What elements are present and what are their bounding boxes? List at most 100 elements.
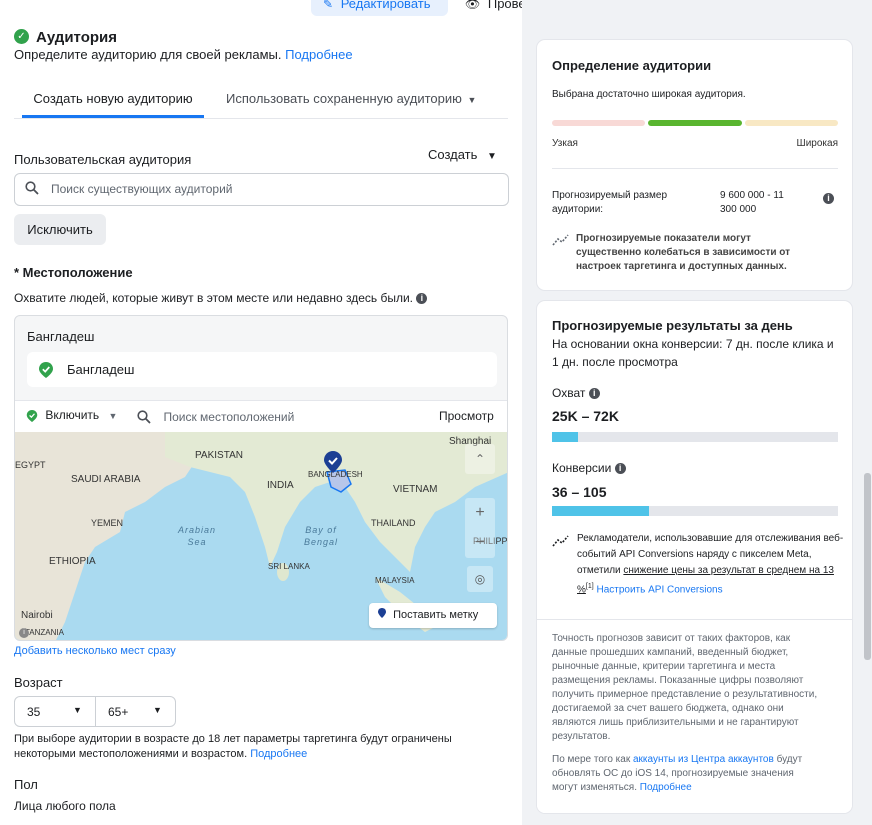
accounts-center-link[interactable]: аккаунты из Центра аккаунтов — [633, 754, 774, 765]
map-label: PAKISTAN — [195, 450, 243, 461]
trend-icon — [552, 534, 570, 553]
location-heading: * Местоположение — [14, 265, 133, 280]
gender-label: Пол — [14, 777, 38, 792]
scrollbar-track[interactable] — [863, 0, 872, 825]
age-more-link[interactable]: Подробнее — [250, 748, 307, 760]
map-sea-label: Arabian Sea — [177, 525, 217, 547]
map-label: VIETNAM — [393, 484, 438, 495]
zoom-in-button[interactable]: + — [465, 498, 495, 528]
map-label: THAILAND — [371, 518, 416, 528]
setup-api-link[interactable]: Настроить API Conversions — [596, 584, 722, 595]
section-title: Аудитория — [36, 29, 117, 46]
daily-results-card: Прогнозируемые результаты за день На осн… — [537, 301, 852, 813]
disclaimer-section: Точность прогнозов зависит от таких факт… — [537, 619, 852, 813]
reach-bar — [552, 432, 838, 442]
definition-status: Выбрана достаточно широкая аудитория. — [552, 89, 746, 100]
gauge-broad-segment — [745, 120, 838, 126]
daily-subtitle: На основании окна конверсии: 7 дн. после… — [552, 337, 834, 369]
gauge-narrow-segment — [552, 120, 645, 126]
location-box: Бангладеш Бангладеш Включить ▼ Поиск мес… — [14, 315, 508, 641]
estimates-sidebar: Определение аудитории Выбрана достаточно… — [522, 0, 872, 825]
add-multiple-locations-link[interactable]: Добавить несколько мест сразу — [14, 645, 176, 657]
estimate-note: Прогнозируемые показатели могут существе… — [576, 233, 791, 272]
map[interactable]: Shanghai PAKISTAN INDIA BANGLADESH SAUDI… — [15, 432, 507, 640]
map-label: MALAYSIA — [375, 576, 415, 585]
gender-value[interactable]: Лица любого пола — [14, 799, 116, 813]
pencil-icon: ✎ — [323, 0, 334, 11]
tabs-divider — [14, 118, 508, 119]
location-toolbar: Включить ▼ Поиск местоположений Просмотр — [15, 400, 507, 432]
age-max-select[interactable]: 65+ ▼ — [95, 696, 176, 727]
view-link[interactable]: Просмотр — [439, 409, 494, 423]
tab-create-new[interactable]: Создать новую аудиторию — [22, 82, 204, 118]
pin-icon — [378, 603, 386, 618]
reach-bar-fill — [552, 432, 578, 442]
age-min-select[interactable]: 35 ▼ — [14, 696, 96, 727]
map-label: SRI LANKA — [268, 562, 310, 571]
caret-down-icon: ▼ — [487, 151, 497, 162]
ios-more-link[interactable]: Подробнее — [640, 782, 692, 793]
gauge-mid-segment — [648, 120, 742, 126]
locate-me-icon[interactable]: ◎ — [467, 566, 493, 592]
api-conversions-note: Рекламодатели, использовавшие для отслеж… — [577, 533, 844, 596]
map-label: EGYPT — [15, 460, 46, 470]
definition-title: Определение аудитории — [552, 58, 712, 73]
daily-title: Прогнозируемые результаты за день — [552, 318, 793, 333]
location-search-input[interactable]: Поиск местоположений — [137, 408, 417, 426]
age-note: При выборе аудитории в возрасте до 18 ле… — [14, 733, 452, 760]
map-label: Nairobi — [21, 610, 53, 621]
location-pin-check-icon — [38, 361, 54, 384]
reach-value: 25K – 72K — [552, 408, 619, 424]
conversions-value: 36 – 105 — [552, 484, 607, 500]
conversions-bar-fill — [552, 506, 650, 516]
map-info-icon[interactable]: i — [19, 628, 29, 638]
caret-down-icon: ▼ — [108, 411, 118, 421]
map-label: TANZANIA — [25, 628, 64, 637]
ios-note: По мере того как аккаунты из Центра акка… — [552, 754, 803, 793]
gauge-narrow-label: Узкая — [552, 138, 578, 149]
location-selected-item[interactable]: Бангладеш — [27, 352, 497, 387]
info-icon[interactable]: i — [614, 463, 626, 475]
map-collapse-control[interactable]: ⌃ — [465, 444, 495, 474]
info-icon[interactable]: i — [416, 293, 428, 305]
map-sea-label: Bay of Bengal — [303, 525, 339, 547]
search-icon — [137, 410, 151, 424]
accuracy-note: Точность прогнозов зависит от таких факт… — [552, 633, 818, 742]
definition-divider — [552, 168, 838, 169]
location-description: Охватите людей, которые живут в этом мес… — [14, 291, 428, 305]
map-label: INDIA — [267, 480, 294, 491]
drop-pin-button[interactable]: Поставить метку — [369, 603, 497, 628]
map-label: ETHIOPIA — [49, 556, 96, 567]
caret-down-icon: ▼ — [153, 705, 162, 715]
map-marker-icon — [323, 450, 343, 479]
tab-use-saved[interactable]: Использовать сохраненную аудиторию ▼ — [218, 82, 478, 118]
section-subtitle: Определите аудиторию для своей рекламы. … — [14, 47, 353, 62]
age-label: Возраст — [14, 675, 63, 690]
caret-down-icon: ▼ — [73, 705, 82, 715]
section-status-icon: ✓ — [14, 29, 29, 44]
caret-down-icon: ▼ — [467, 95, 477, 105]
include-dropdown[interactable]: Включить ▼ — [26, 408, 117, 423]
map-label: YEMEN — [91, 518, 124, 528]
audience-search-input[interactable]: Поиск существующих аудиторий — [14, 173, 509, 206]
more-link[interactable]: Подробнее — [285, 47, 352, 62]
pin-icon — [26, 409, 38, 422]
create-dropdown[interactable]: Создать ▼ — [428, 147, 497, 162]
eye-icon: 👁 — [465, 0, 481, 11]
scrollbar-thumb[interactable] — [864, 473, 871, 660]
info-icon[interactable]: i — [823, 193, 834, 204]
zoom-out-button[interactable]: − — [465, 528, 495, 558]
conversions-label: Конверсии i — [552, 461, 626, 475]
map-label: SAUDI ARABIA — [71, 474, 141, 485]
audience-size-label: Прогнозируемый размер аудитории: — [552, 190, 668, 215]
conversions-bar — [552, 506, 838, 516]
edit-button[interactable]: ✎ Редактировать — [311, 0, 448, 16]
exclude-button[interactable]: Исключить — [14, 214, 106, 245]
gauge-broad-label: Широкая — [796, 138, 838, 149]
info-icon[interactable]: i — [588, 388, 600, 400]
location-country-header: Бангладеш — [27, 329, 95, 344]
audience-panel: ✎ Редактировать 👁 Проверка ✓ Аудитория О… — [0, 0, 546, 825]
audience-size-value: 9 600 000 - 11 300 000 — [720, 190, 784, 215]
audience-definition-card: Определение аудитории Выбрана достаточно… — [537, 40, 852, 290]
search-icon — [25, 181, 39, 195]
